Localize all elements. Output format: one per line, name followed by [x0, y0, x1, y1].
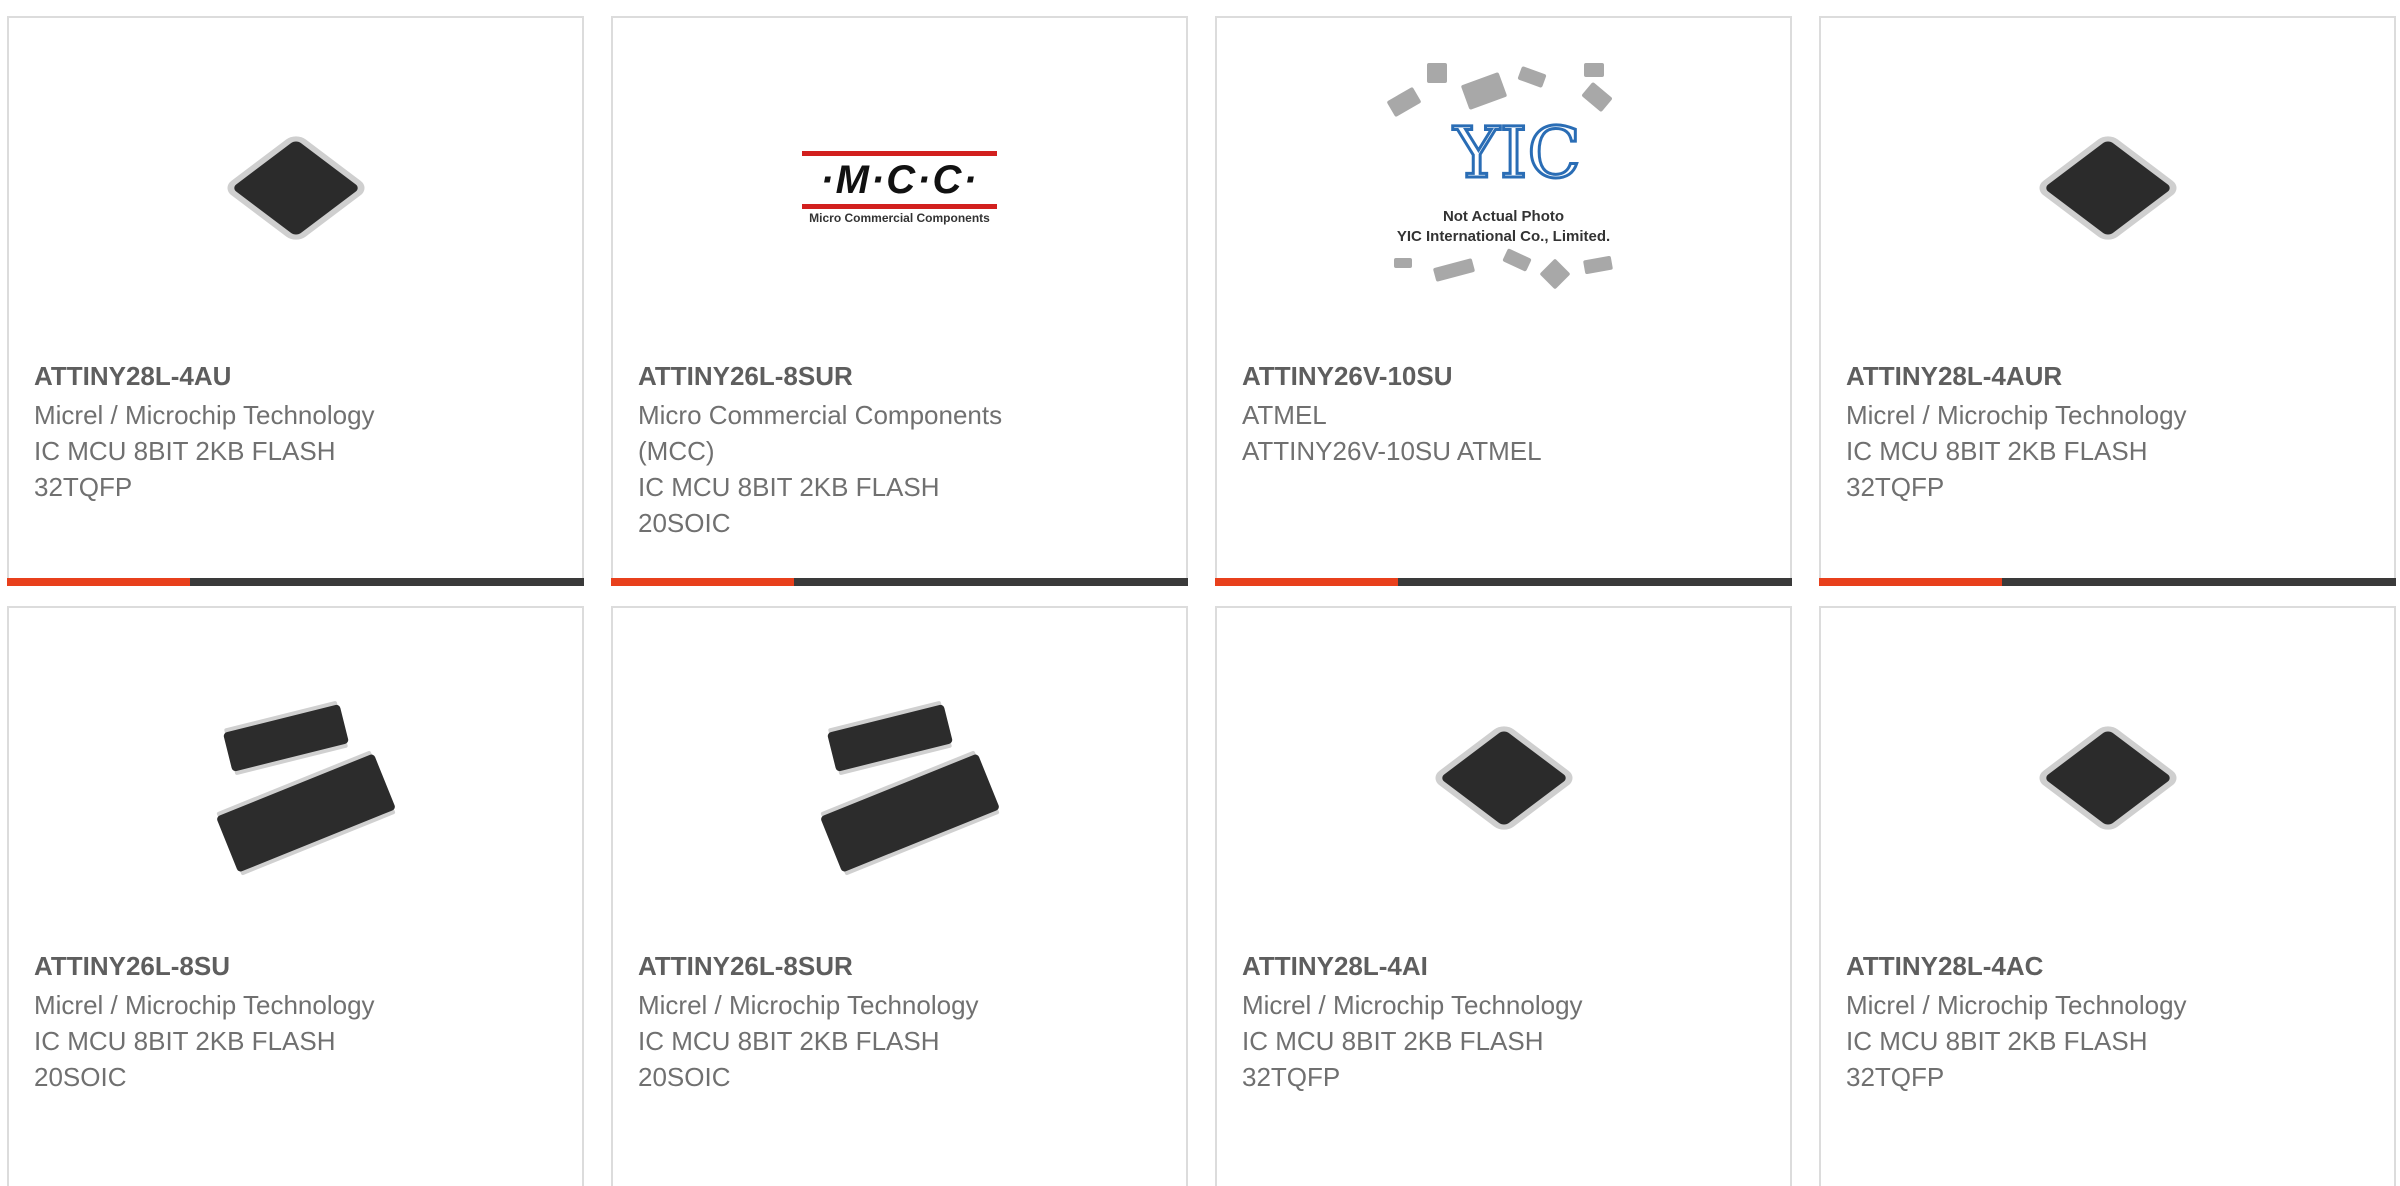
manufacturer: Micrel / Microchip Technology [638, 990, 979, 1020]
part-number[interactable]: ATTINY26L-8SUR [638, 950, 1166, 982]
package: 20SOIC [638, 1062, 731, 1092]
product-image[interactable] [2008, 88, 2208, 288]
qfp-chip-icon [221, 113, 371, 263]
manufacturer: Micro Commercial Components [638, 400, 1003, 430]
manufacturer: Micrel / Microchip Technology [34, 400, 375, 430]
description: IC MCU 8BIT 2KB FLASH [638, 472, 940, 502]
description: IC MCU 8BIT 2KB FLASH [1846, 436, 2148, 466]
manufacturer: Micrel / Microchip Technology [1242, 990, 1583, 1020]
manufacturer: Micrel / Microchip Technology [1846, 990, 2187, 1020]
product-image[interactable]: YIC Not Actual Photo YIC International C… [1369, 58, 1639, 298]
part-number[interactable]: ATTINY28L-4AUR [1846, 360, 2374, 392]
card-accent [1215, 578, 1398, 586]
product-card[interactable]: YIC Not Actual Photo YIC International C… [1215, 16, 1792, 586]
product-image[interactable] [800, 678, 1000, 878]
card-bottom-bar [611, 578, 1188, 586]
manufacturer-abbr: (MCC) [638, 436, 715, 466]
description: IC MCU 8BIT 2KB FLASH [638, 1026, 940, 1056]
yic-placeholder-icon: YIC Not Actual Photo YIC International C… [1369, 58, 1639, 298]
card-accent [611, 578, 794, 586]
part-number[interactable]: ATTINY28L-4AC [1846, 950, 2374, 982]
description: ATTINY26V-10SU ATMEL [1242, 436, 1542, 466]
qfp-chip-icon [1429, 703, 1579, 853]
part-number[interactable]: ATTINY28L-4AU [34, 360, 562, 392]
qfp-chip-icon [2033, 703, 2183, 853]
yic-line-1: Not Actual Photo [1442, 208, 1565, 225]
qfp-chip-icon [2033, 113, 2183, 263]
mcc-logo-text: ·M·C·C· [820, 158, 979, 202]
part-number[interactable]: ATTINY26L-8SU [34, 950, 562, 982]
package: 32TQFP [1242, 1062, 1341, 1092]
product-card[interactable]: ATTINY26L-8SUR Micrel / Microchip Techno… [611, 606, 1188, 1186]
manufacturer: Micrel / Microchip Technology [1846, 400, 2187, 430]
soic-chip-icon [800, 678, 1000, 878]
product-image[interactable] [196, 678, 396, 878]
description: IC MCU 8BIT 2KB FLASH [1242, 1026, 1544, 1056]
product-image[interactable]: ·M·C·C· Micro Commercial Components [800, 88, 1000, 288]
part-number[interactable]: ATTINY28L-4AI [1242, 950, 1770, 982]
card-bottom-bar [1819, 578, 2396, 586]
product-image[interactable] [2008, 678, 2208, 878]
mcc-logo-icon: ·M·C·C· Micro Commercial Components [800, 151, 1000, 225]
package: 32TQFP [1846, 1062, 1945, 1092]
card-accent [7, 578, 190, 586]
part-number[interactable]: ATTINY26L-8SUR [638, 360, 1166, 392]
description: IC MCU 8BIT 2KB FLASH [1846, 1026, 2148, 1056]
package: 32TQFP [34, 472, 133, 502]
card-bottom-bar [1215, 578, 1792, 586]
product-card[interactable]: ATTINY28L-4AUR Micrel / Microchip Techno… [1819, 16, 2396, 586]
yic-line-2: YIC International Co., Limited. [1396, 228, 1611, 245]
soic-chip-icon [196, 678, 396, 878]
package: 32TQFP [1846, 472, 1945, 502]
product-card[interactable]: ATTINY28L-4AI Micrel / Microchip Technol… [1215, 606, 1792, 1186]
manufacturer: Micrel / Microchip Technology [34, 990, 375, 1020]
product-card[interactable]: ATTINY28L-4AC Micrel / Microchip Technol… [1819, 606, 2396, 1186]
product-card[interactable]: ATTINY26L-8SU Micrel / Microchip Technol… [7, 606, 584, 1186]
description: IC MCU 8BIT 2KB FLASH [34, 436, 336, 466]
product-grid: ATTINY28L-4AU Micrel / Microchip Technol… [0, 0, 2400, 1186]
product-image[interactable] [196, 88, 396, 288]
product-image[interactable] [1404, 678, 1604, 878]
card-accent [1819, 578, 2002, 586]
mcc-logo-subtitle: Micro Commercial Components [809, 211, 990, 225]
package: 20SOIC [638, 508, 731, 538]
yic-mark: YIC [1452, 112, 1582, 194]
part-number[interactable]: ATTINY26V-10SU [1242, 360, 1770, 392]
product-card[interactable]: ATTINY28L-4AU Micrel / Microchip Technol… [7, 16, 584, 586]
card-bottom-bar [7, 578, 584, 586]
manufacturer: ATMEL [1242, 400, 1327, 430]
description: IC MCU 8BIT 2KB FLASH [34, 1026, 336, 1056]
product-card[interactable]: ·M·C·C· Micro Commercial Components ATTI… [611, 16, 1188, 586]
package: 20SOIC [34, 1062, 127, 1092]
